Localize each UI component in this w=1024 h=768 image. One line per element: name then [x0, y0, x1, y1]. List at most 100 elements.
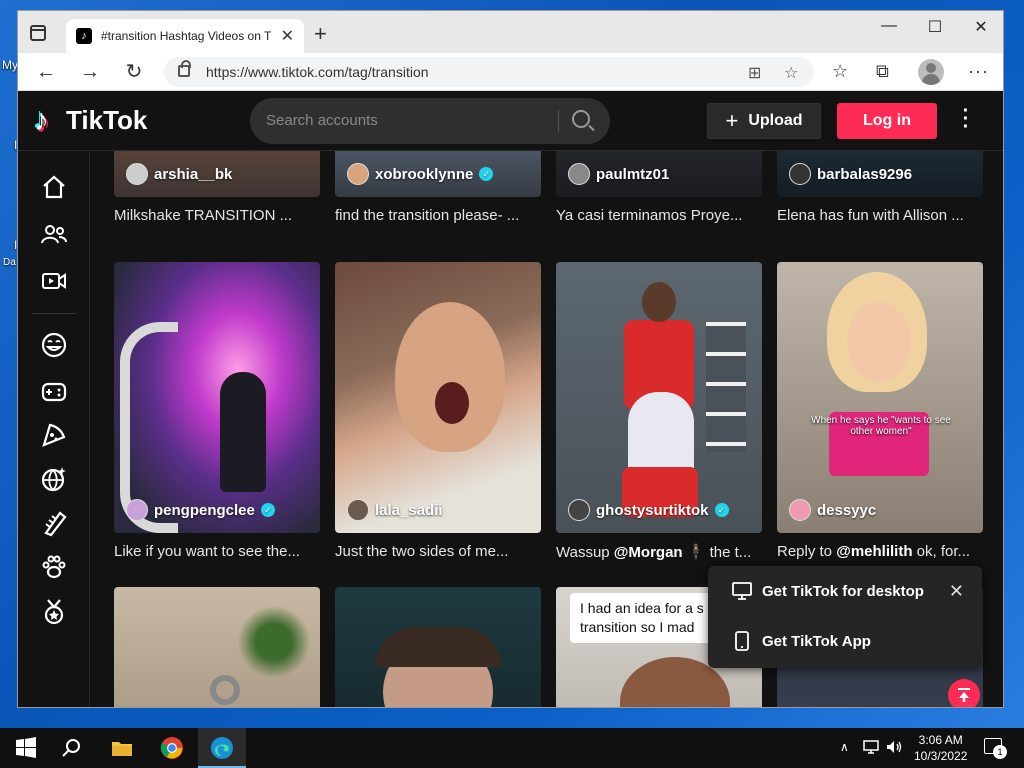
video-card[interactable]: barbalas9296 Elena has fun with Allison …	[777, 151, 983, 224]
video-author[interactable]: barbalas9296	[789, 163, 912, 185]
minimize-button[interactable]: —	[866, 17, 912, 35]
close-window-button[interactable]: ✕	[958, 17, 1003, 37]
taskbar-edge-active[interactable]	[198, 728, 246, 768]
plus-icon: +	[725, 108, 739, 133]
username: lala_sadii	[375, 501, 443, 519]
url-field[interactable]: https://www.tiktok.com/tag/transition ⊞ …	[164, 57, 814, 87]
sidebar-divider	[32, 313, 76, 314]
username: dessyyc	[817, 501, 877, 519]
following-icon[interactable]	[40, 221, 68, 249]
new-tab-icon[interactable]: +	[314, 23, 327, 45]
show-hidden-icons-icon[interactable]: ∧	[840, 740, 849, 754]
search-icon[interactable]	[60, 736, 84, 760]
video-thumbnail[interactable]: arshia__bk	[114, 151, 320, 197]
back-icon[interactable]: ←	[32, 59, 60, 85]
back-to-top-button[interactable]	[948, 679, 980, 707]
login-button[interactable]: Log in	[837, 103, 937, 139]
search-bar[interactable]: Search accounts	[250, 98, 610, 144]
avatar	[126, 499, 148, 521]
video-author[interactable]: pengpengclee ✓	[126, 499, 275, 521]
video-caption[interactable]: Ya casi terminamos Proye...	[556, 207, 762, 224]
tab-close-icon[interactable]: ✕	[281, 26, 294, 46]
video-author[interactable]: paulmtz01	[568, 163, 669, 185]
caption-mention[interactable]: @mehlilith	[836, 543, 912, 560]
gaming-icon[interactable]	[40, 377, 68, 405]
favorites-icon[interactable]: ☆	[832, 61, 848, 82]
upload-button[interactable]: + Upload	[707, 103, 821, 139]
caption-mention[interactable]: @Morgan	[614, 544, 683, 561]
video-card[interactable]: paulmtz01 Ya casi terminamos Proye...	[556, 151, 762, 224]
app-available-icon[interactable]: ⊞	[748, 63, 761, 83]
video-caption[interactable]: Elena has fun with Allison ...	[777, 207, 983, 224]
volume-icon[interactable]	[885, 738, 903, 756]
network-icon[interactable]	[862, 738, 880, 756]
lock-icon[interactable]	[178, 60, 191, 77]
tiktok-logo[interactable]: ♪ ♪ ♪ TikTok	[32, 103, 147, 137]
video-author[interactable]: ghostysurtiktok ✓	[568, 499, 729, 521]
close-popup-icon[interactable]: ✕	[949, 581, 964, 602]
clock[interactable]: 3:06 AM 10/3/2022	[914, 732, 967, 764]
video-author[interactable]: arshia__bk	[126, 163, 232, 185]
video-author[interactable]: lala_sadii	[347, 499, 443, 521]
edge-icon	[211, 737, 233, 759]
beauty-icon[interactable]	[40, 509, 68, 537]
animals-icon[interactable]	[40, 553, 68, 581]
video-card[interactable]: lala_sadii Just the two sides of me...	[335, 262, 541, 560]
video-caption[interactable]: Wassup @Morgan 🕴 the t...	[556, 543, 762, 561]
video-card[interactable]	[114, 587, 320, 707]
video-card[interactable]: arshia__bk Milkshake TRANSITION ...	[114, 151, 320, 224]
video-thumbnail[interactable]: When he says he "wants to see other wome…	[777, 262, 983, 533]
sports-icon[interactable]	[40, 597, 68, 625]
add-favorite-icon[interactable]: ☆	[784, 63, 798, 83]
video-card[interactable]	[335, 587, 541, 707]
video-thumbnail[interactable]: pengpengclee ✓	[114, 262, 320, 533]
video-thumbnail[interactable]: xobrooklynne ✓	[335, 151, 541, 197]
get-desktop-button[interactable]: Get TikTok for desktop	[732, 582, 924, 600]
chrome-icon[interactable]	[160, 736, 184, 760]
username: pengpengclee	[154, 501, 255, 519]
more-menu-icon[interactable]: · · ·	[958, 101, 974, 137]
video-card[interactable]: ghostysurtiktok ✓ Wassup @Morgan 🕴 the t…	[556, 262, 762, 561]
video-author[interactable]: xobrooklynne ✓	[347, 163, 494, 185]
collections-icon[interactable]: ⧉	[876, 61, 889, 82]
video-card[interactable]: When he says he "wants to see other wome…	[777, 262, 983, 560]
file-explorer-icon[interactable]	[110, 736, 134, 760]
desktop-icon-label[interactable]: Da	[3, 257, 16, 268]
video-caption[interactable]: find the transition please- ...	[335, 207, 541, 224]
video-thumbnail[interactable]	[335, 587, 541, 707]
search-input[interactable]: Search accounts	[266, 112, 378, 129]
video-thumbnail[interactable]: barbalas9296	[777, 151, 983, 197]
video-caption[interactable]: Just the two sides of me...	[335, 543, 541, 560]
video-author[interactable]: dessyyc	[789, 499, 876, 521]
more-options-icon[interactable]: ···	[968, 61, 989, 82]
search-icon[interactable]	[572, 110, 590, 128]
url-text[interactable]: https://www.tiktok.com/tag/transition	[206, 64, 429, 80]
video-card[interactable]: xobrooklynne ✓ find the transition pleas…	[335, 151, 541, 224]
video-thumbnail[interactable]	[114, 587, 320, 707]
windows-start-icon[interactable]	[14, 736, 38, 760]
live-icon[interactable]	[40, 267, 68, 295]
tab-actions-icon[interactable]	[30, 25, 46, 41]
refresh-icon[interactable]: ↻	[120, 59, 148, 85]
video-caption[interactable]: Like if you want to see the...	[114, 543, 320, 560]
get-app-button[interactable]: Get TikTok App	[732, 631, 871, 651]
dance-icon[interactable]	[40, 465, 68, 493]
desktop-icon-label[interactable]: My	[2, 58, 18, 72]
avatar	[568, 163, 590, 185]
tab-tiktok[interactable]: ♪ #transition Hashtag Videos on TikTok ✕	[66, 19, 304, 53]
video-card[interactable]: pengpengclee ✓ Like if you want to see t…	[114, 262, 320, 560]
forward-icon[interactable]: →	[76, 59, 104, 85]
comedy-icon[interactable]	[40, 331, 68, 359]
video-thumbnail[interactable]: ghostysurtiktok ✓	[556, 262, 762, 533]
home-icon[interactable]	[40, 173, 68, 201]
username: paulmtz01	[596, 165, 670, 183]
video-caption[interactable]: Reply to @mehlilith ok, for...	[777, 543, 983, 560]
maximize-button[interactable]: ☐	[912, 17, 958, 37]
food-icon[interactable]	[40, 421, 68, 449]
video-thumbnail[interactable]: paulmtz01	[556, 151, 762, 197]
video-thumbnail[interactable]: lala_sadii	[335, 262, 541, 533]
profile-icon[interactable]	[918, 59, 944, 85]
video-caption[interactable]: Milkshake TRANSITION ...	[114, 207, 320, 224]
tiktok-sidebar	[18, 151, 90, 707]
notifications-icon[interactable]: 1	[984, 738, 1007, 759]
